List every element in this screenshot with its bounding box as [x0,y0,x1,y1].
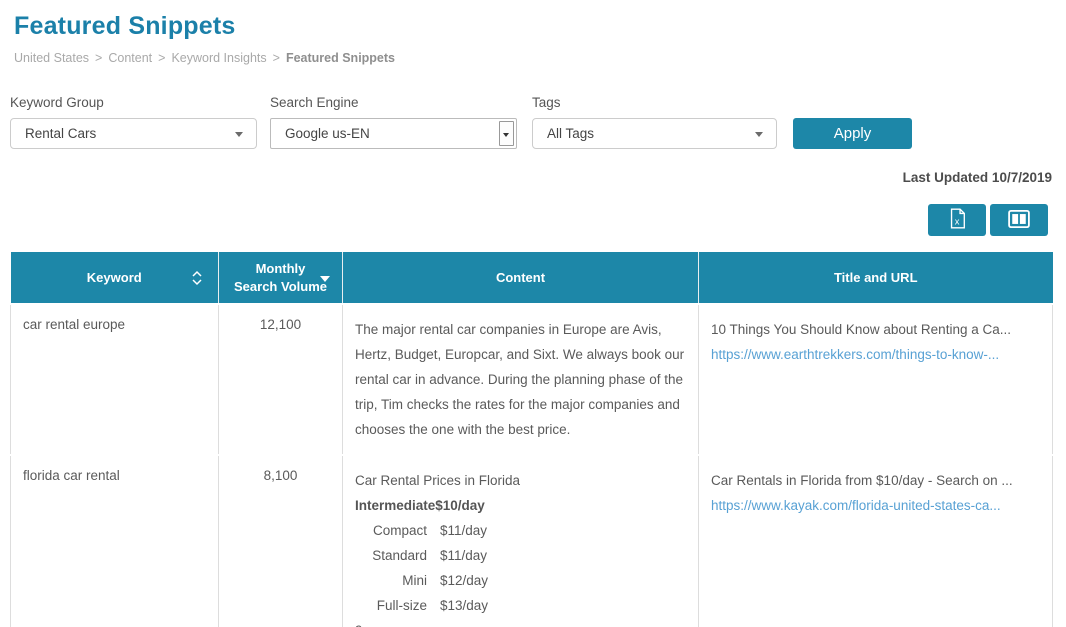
title-url-cell: Car Rentals in Florida from $10/day - Se… [699,455,1053,627]
page: Featured Snippets United States > Content >… [0,12,1066,627]
excel-export-icon: x [949,208,966,232]
chevron-down-icon [755,132,763,137]
column-header-keyword-label: Keyword [87,270,142,285]
price-label: Standard [355,543,427,568]
price-value: $12/day [440,568,488,593]
title-url-cell: 10 Things You Should Know about Renting … [699,304,1053,455]
volume-cell: 12,100 [219,304,343,455]
keyword-group-dropdown[interactable]: Rental Cars [10,118,257,149]
search-engine-select[interactable]: Google us-EN [270,118,517,149]
tags-dropdown[interactable]: All Tags [532,118,777,149]
result-title: Car Rentals in Florida from $10/day - Se… [711,468,1040,493]
table-row: florida car rental 8,100 Car Rental Pric… [11,455,1053,627]
snippet-heading: Car Rental Prices in Florida [355,468,686,493]
breadcrumb-separator: > [95,51,102,65]
column-header-title-url-label: Title and URL [834,270,918,285]
keyword-group-filter: Keyword Group Rental Cars [10,95,257,149]
snippet-footer: 9 more rows [355,618,686,627]
svg-text:x: x [954,216,959,226]
table-row: car rental europe 12,100 The major renta… [11,304,1053,455]
column-header-monthly-search-volume[interactable]: Monthly Search Volume [219,252,343,304]
column-header-content[interactable]: Content [343,252,699,304]
breadcrumb-item-content[interactable]: Content [108,51,152,65]
price-value: $13/day [440,593,488,618]
price-value: $11/day [440,543,487,568]
search-engine-label: Search Engine [270,95,517,110]
sort-descending-icon[interactable] [320,276,330,282]
result-url-link[interactable]: https://www.earthtrekkers.com/things-to-… [711,347,999,362]
result-title: 10 Things You Should Know about Renting … [711,317,1040,342]
breadcrumb-item-keyword-insights[interactable]: Keyword Insights [171,51,266,65]
breadcrumb-item-featured-snippets: Featured Snippets [286,51,395,65]
column-header-volume-label: Monthly Search Volume [233,260,329,295]
snippet-text: The major rental car companies in Europe… [355,317,686,442]
snippet-subheading: Intermediate$10/day [355,493,686,518]
apply-button[interactable]: Apply [793,118,912,149]
tags-label: Tags [532,95,777,110]
volume-cell: 8,100 [219,455,343,627]
column-settings-button[interactable] [990,204,1048,236]
filter-bar: Keyword Group Rental Cars Search Engine … [10,95,1052,149]
table-header-row: Keyword Monthly Search Volume Content [11,252,1053,304]
breadcrumb-item-united-states[interactable]: United States [14,51,89,65]
result-url-link[interactable]: https://www.kayak.com/florida-united-sta… [711,498,1001,513]
content-cell: The major rental car companies in Europe… [343,304,699,455]
price-label: Full-size [355,593,427,618]
tags-value: All Tags [547,126,594,141]
price-table-row: Mini $12/day [355,568,686,593]
tags-filter: Tags All Tags [532,95,777,149]
price-value: $11/day [440,518,487,543]
featured-snippets-table: Keyword Monthly Search Volume Content [10,252,1053,627]
columns-icon [1008,210,1030,231]
keyword-group-label: Keyword Group [10,95,257,110]
toolbar: x [10,204,1052,236]
column-header-keyword[interactable]: Keyword [11,252,219,304]
column-header-content-label: Content [496,270,545,285]
select-arrow-icon [499,121,514,146]
price-table-row: Full-size $13/day [355,593,686,618]
breadcrumb-separator: > [158,51,165,65]
content-cell: Car Rental Prices in Florida Intermediat… [343,455,699,627]
keyword-cell: car rental europe [11,304,219,455]
breadcrumb: United States > Content > Keyword Insights > F… [14,51,1052,65]
last-updated-text: Last Updated 10/7/2019 [10,170,1052,185]
page-title: Featured Snippets [14,12,1052,41]
column-header-title-and-url[interactable]: Title and URL [699,252,1053,304]
search-engine-value: Google us-EN [285,126,370,141]
price-label: Mini [355,568,427,593]
price-table-row: Compact $11/day [355,518,686,543]
export-excel-button[interactable]: x [928,204,986,236]
sort-icon[interactable] [192,270,202,291]
keyword-cell: florida car rental [11,455,219,627]
chevron-down-icon [235,132,243,137]
search-engine-filter: Search Engine Google us-EN [270,95,517,149]
price-table-row: Standard $11/day [355,543,686,568]
keyword-group-value: Rental Cars [25,126,96,141]
breadcrumb-separator: > [273,51,280,65]
price-label: Compact [355,518,427,543]
